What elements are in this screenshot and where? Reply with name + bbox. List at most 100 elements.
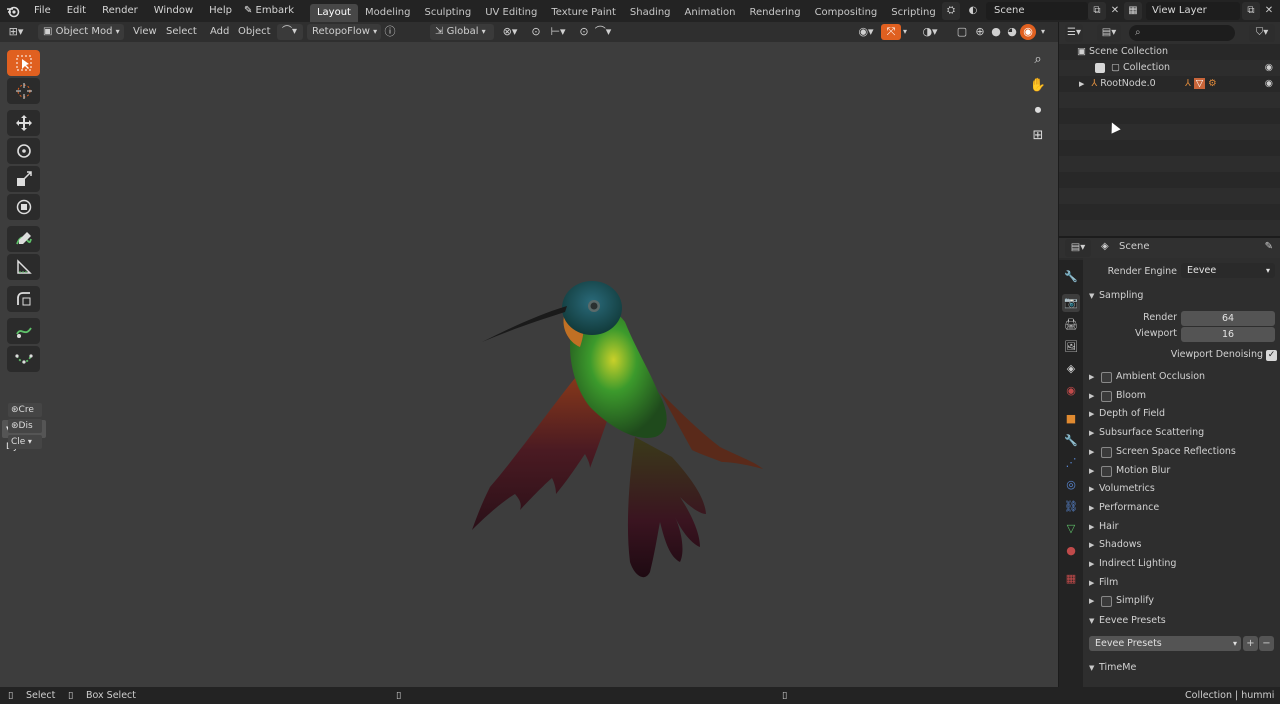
menu-help[interactable]: Help <box>201 0 240 22</box>
select-box-tool[interactable] <box>7 50 40 76</box>
tab-uv-editing[interactable]: UV Editing <box>478 4 544 22</box>
menu-embark[interactable]: ✎ Embark <box>240 0 302 22</box>
menu-view[interactable]: View <box>128 24 162 40</box>
tab-animation[interactable]: Animation <box>678 4 743 22</box>
tab-rendering[interactable]: Rendering <box>743 4 808 22</box>
scene-browse-icon[interactable]: ⛭ <box>942 2 960 20</box>
display-mode-icon[interactable]: ▤▾ <box>1097 24 1121 42</box>
panel-shadows-header[interactable]: ▶ Shadows <box>1083 536 1280 554</box>
physics-tab-icon[interactable]: ◎ <box>1062 476 1080 494</box>
add-preset-button[interactable]: + <box>1243 636 1258 651</box>
camera-view-icon[interactable]: ⏺ <box>1026 99 1050 123</box>
tool-tab-icon[interactable]: 🔧 <box>1062 268 1080 286</box>
retopoflow-dropdown[interactable]: RetopoFlow ▾ <box>307 24 381 40</box>
view-layer-copy-icon[interactable]: ⧉ <box>1242 2 1260 20</box>
move-tool[interactable] <box>7 110 40 136</box>
panel-bloom-checkbox[interactable] <box>1101 390 1112 402</box>
xray-icon[interactable]: ▢ <box>952 24 972 40</box>
panel-sampling-header[interactable]: ▼ Sampling <box>1083 287 1280 305</box>
curve-draw-tool[interactable] <box>7 318 40 344</box>
tab-shading[interactable]: Shading <box>623 4 678 22</box>
tab-sculpting[interactable]: Sculpting <box>417 4 478 22</box>
expand-triangle-icon[interactable]: ▶ <box>1079 80 1084 88</box>
panel-hair-header[interactable]: ▶ Hair <box>1083 518 1280 536</box>
tab-scripting[interactable]: Scripting <box>884 4 942 22</box>
panel-ambient-occlusion-header[interactable]: ▶ Ambient Occlusion <box>1083 368 1280 386</box>
overlays-icon[interactable]: ◑▾ <box>918 24 942 40</box>
scene-field[interactable]: Scene <box>986 2 1088 20</box>
remove-preset-button[interactable]: − <box>1259 636 1274 651</box>
render-engine-dropdown[interactable]: Eevee ▾ <box>1181 263 1275 278</box>
snap-target-icon[interactable]: ⊢▾ <box>546 24 570 40</box>
view-layer-browse-icon[interactable]: ▦ <box>1124 2 1142 20</box>
cursor-tool[interactable] <box>7 78 40 104</box>
eevee-presets-dropdown[interactable]: Eevee Presets ▾ <box>1089 636 1241 651</box>
measure-tool[interactable] <box>7 254 40 280</box>
tab-compositing[interactable]: Compositing <box>808 4 885 22</box>
sampling-render-field[interactable]: 64 <box>1181 311 1275 326</box>
rotate-tool[interactable] <box>7 138 40 164</box>
panel-motion-blur-checkbox[interactable] <box>1101 465 1112 477</box>
panel-simplify-checkbox[interactable] <box>1101 596 1112 608</box>
menu-file[interactable]: File <box>26 0 59 22</box>
falloff-icon[interactable]: ⌒▾ <box>592 24 614 40</box>
scene-pin-icon[interactable]: ◐ <box>964 2 982 20</box>
tab-modeling[interactable]: Modeling <box>358 4 418 22</box>
view-layer-field[interactable]: View Layer <box>1146 2 1240 20</box>
scale-tool[interactable] <box>7 166 40 192</box>
editor-type-icon[interactable]: ⊞▾ <box>6 24 26 40</box>
menu-window[interactable]: Window <box>146 0 201 22</box>
blender-logo-icon[interactable] <box>0 0 26 22</box>
panel-film-header[interactable]: ▶ Film <box>1083 574 1280 592</box>
menu-add[interactable]: Add <box>205 24 234 40</box>
dynamic-clear-dropdown[interactable]: Cle ▾ <box>8 435 42 449</box>
panel-timeme-header[interactable]: ▼ TimeMe <box>1083 659 1280 677</box>
3d-viewport[interactable]: ▼ Dynam ⊛Cre ⊛Dis Cle ▾ ⌕ ✋ ⏺ ⊞ <box>0 42 1058 687</box>
rendered-shading-icon[interactable]: ◉ <box>1020 24 1036 40</box>
viewport-denoising-checkbox[interactable]: ✓ <box>1266 350 1277 361</box>
outliner-row-rootnode[interactable]: ▶ ⅄ RootNode.0 ⅄ ▽ ⚙ ◉ <box>1059 76 1280 92</box>
dynamic-dissolve-button[interactable]: ⊛Dis <box>8 419 42 433</box>
view-layer-close-icon[interactable]: ✕ <box>1260 2 1278 20</box>
hummingbird-model[interactable] <box>460 232 780 582</box>
sampling-viewport-field[interactable]: 16 <box>1181 327 1275 342</box>
perspective-grid-icon[interactable]: ⊞ <box>1026 124 1050 148</box>
panel-ambient-occlusion-checkbox[interactable] <box>1101 372 1112 383</box>
dynamic-create-button[interactable]: ⊛Cre <box>8 403 42 417</box>
pivot-point-icon[interactable]: ⊗▾ <box>498 24 522 40</box>
panel-indirect-lighting-header[interactable]: ▶ Indirect Lighting <box>1083 555 1280 573</box>
panel-depth-of-field-header[interactable]: ▶ Depth of Field <box>1083 405 1280 423</box>
view-layer-tab-icon[interactable]: 🖼 <box>1062 338 1080 356</box>
mode-dropdown[interactable]: ▣ Object Mod ▾ <box>38 24 124 40</box>
menu-object[interactable]: Object <box>233 24 276 40</box>
curve-edit-tool[interactable] <box>7 346 40 372</box>
solid-shading-icon[interactable]: ● <box>988 24 1004 40</box>
material-shading-icon[interactable]: ◕ <box>1004 24 1020 40</box>
panel-eevee-presets-header[interactable]: ▼ Eevee Presets <box>1083 612 1280 630</box>
pin-icon[interactable]: ✎ <box>1265 241 1273 252</box>
scene-tab-icon[interactable]: ◈ <box>1062 360 1080 378</box>
eye-icon[interactable]: ◉ <box>1265 60 1273 76</box>
outliner-editor-type-icon[interactable]: ☰▾ <box>1065 24 1083 42</box>
eye-icon[interactable]: ◉ <box>1265 76 1273 92</box>
orientation-dropdown[interactable]: ⇲ Global ▾ <box>430 24 494 40</box>
menu-select[interactable]: Select <box>161 24 202 40</box>
output-tab-icon[interactable]: 🖨 <box>1062 316 1080 334</box>
outliner-row-scene-collection[interactable]: ▣ Scene Collection <box>1059 44 1280 60</box>
add-cube-tool[interactable] <box>7 286 40 312</box>
panel-screen-space-reflections-checkbox[interactable] <box>1101 446 1112 458</box>
panel-subsurface-scattering-header[interactable]: ▶ Subsurface Scattering <box>1083 424 1280 442</box>
panel-performance-header[interactable]: ▶ Performance <box>1083 499 1280 517</box>
snap-icon[interactable]: ⊙ <box>526 24 546 40</box>
tab-layout[interactable]: Layout <box>309 3 358 22</box>
visibility-icon[interactable]: ◉▾ <box>854 24 878 40</box>
world-tab-icon[interactable]: ◉ <box>1062 382 1080 400</box>
panel-screen-space-reflections-header[interactable]: ▶ Screen Space Reflections <box>1083 443 1280 461</box>
gizmo-dropdown-icon[interactable]: ▾ <box>899 24 911 40</box>
filter-icon[interactable]: ⛉▾ <box>1249 24 1275 42</box>
tab-texture-paint[interactable]: Texture Paint <box>544 4 623 22</box>
outliner-row-collection[interactable]: ▢ Collection ◉ <box>1059 60 1280 76</box>
transform-pivot-icon[interactable]: ⌒▾ <box>277 24 303 40</box>
render-tab-icon[interactable]: 📷 <box>1062 294 1080 312</box>
properties-editor-type-icon[interactable]: ▤▾ <box>1065 239 1091 257</box>
